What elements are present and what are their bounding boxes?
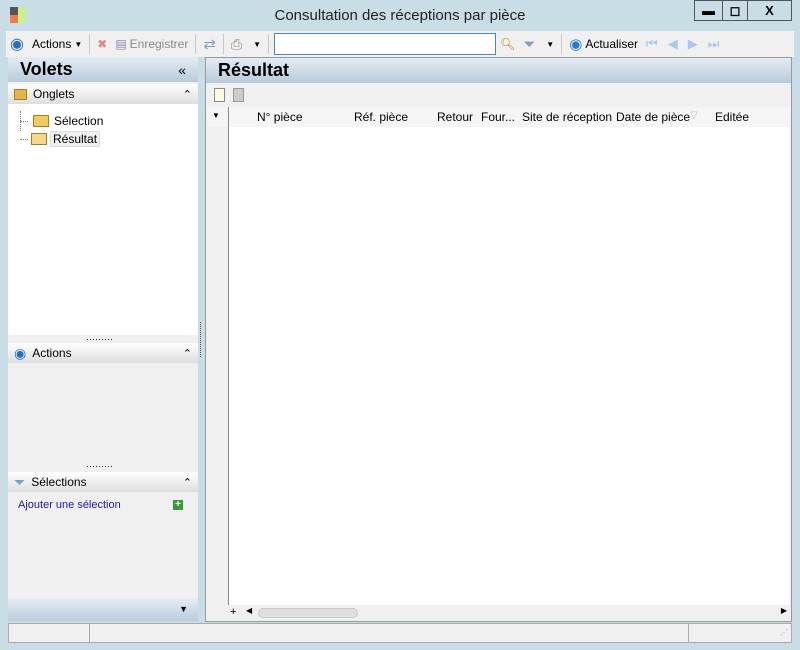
window-title: Consultation des réceptions par pièce (274, 7, 526, 24)
column-header[interactable]: N° pièce (257, 110, 303, 124)
tree-item-label: Résultat (50, 131, 101, 147)
sync-button[interactable]: ⇄ (199, 33, 220, 55)
resize-grip-icon[interactable]: ⋰ (780, 628, 788, 637)
search-button[interactable]: 🔍︎ (496, 33, 519, 55)
sync-icon: ⇄ (203, 36, 216, 53)
toolbar: ◉ Actions ▼ ✖ ▤ Enregistrer ⇄ ⎙ ▼ 🔍︎ ⏷ ▼ ◉ Ac… (6, 31, 794, 57)
save-icon: ▤ (115, 37, 127, 51)
add-selection-link[interactable]: Ajouter une sélection (18, 499, 121, 511)
collapse-chevron-icon[interactable]: ⌃ (183, 476, 192, 489)
result-panel: Résultat ▼ N° pièce Réf. pièce Retour Fo… (205, 57, 792, 622)
save-button[interactable]: ▤ Enregistrer (111, 33, 192, 55)
search-icon: 🔍︎ (500, 37, 516, 51)
search-input[interactable] (274, 33, 497, 55)
folder-icon (14, 88, 27, 100)
add-icon[interactable]: + (173, 500, 183, 510)
actions-icon: ◉ (10, 36, 24, 53)
section-title: Onglets (33, 87, 75, 101)
image-icon[interactable] (233, 88, 244, 102)
folder-icon (33, 115, 49, 127)
separator (195, 34, 197, 54)
section-title: Actions (32, 346, 72, 360)
minimize-button[interactable]: ▬ (694, 0, 723, 21)
column-header[interactable]: Réf. pièce (354, 110, 408, 124)
maximize-button[interactable]: ◻ (722, 0, 748, 21)
result-title: Résultat (218, 60, 290, 80)
print-button[interactable]: ⎙ ▼ (227, 33, 265, 55)
column-header[interactable]: Editée (715, 110, 749, 124)
next-record-icon[interactable]: ▶ (688, 36, 698, 52)
tabs-section-header[interactable]: Onglets ⌃ (8, 84, 198, 104)
tree-item-label: Sélection (54, 114, 104, 128)
splitter-handle[interactable]: ········· (86, 461, 113, 471)
vertical-splitter[interactable] (200, 322, 201, 357)
close-button[interactable]: X (747, 0, 792, 21)
result-toolbar (214, 88, 244, 102)
previous-record-icon[interactable]: ◀ (668, 36, 678, 52)
separator (222, 34, 224, 54)
filter-icon: ⏷ (523, 35, 536, 53)
left-panel: Volets « Onglets ⌃ Sélection Résultat ··… (8, 57, 198, 621)
panel-header: Volets « (8, 57, 198, 82)
actions-menu-button[interactable]: Actions ▼ (28, 33, 86, 55)
tree-item-selection[interactable]: Sélection (20, 114, 103, 128)
last-record-icon[interactable]: ⏭ (708, 36, 720, 52)
document-icon[interactable] (214, 88, 225, 102)
delete-button[interactable]: ✖ (93, 33, 111, 55)
actions-label: Actions (31, 37, 72, 51)
separator (561, 34, 563, 54)
panel-title: Volets (20, 59, 73, 79)
collapse-chevron-icon[interactable]: ⌃ (183, 88, 192, 101)
sort-icon: ▽ (690, 110, 698, 121)
refresh-icon: ◉ (569, 36, 583, 53)
column-header[interactable]: Retour (437, 110, 473, 124)
chevron-down-icon[interactable]: ▼ (179, 604, 188, 614)
collapse-panel-button[interactable]: « (178, 62, 186, 78)
selections-section-header[interactable]: ⏷ Sélections ⌃ (8, 472, 198, 492)
add-row-button[interactable]: + (230, 606, 236, 618)
open-folder-icon (31, 133, 47, 145)
horizontal-scrollbar[interactable]: ◀ ▶ (244, 606, 789, 620)
refresh-label: Actualiser (585, 37, 638, 51)
section-title: Sélections (31, 475, 87, 489)
status-bar: ⋰ (8, 623, 792, 643)
grid-body[interactable] (228, 127, 790, 605)
filter-icon: ⏷ (14, 473, 26, 490)
column-chooser-icon[interactable]: ▼ (212, 111, 220, 120)
tabs-tree: Sélection Résultat (8, 104, 198, 335)
scrollbar-thumb[interactable] (258, 608, 358, 618)
grid-header: ▼ N° pièce Réf. pièce Retour Four... Sit… (207, 107, 790, 127)
refresh-button[interactable]: ◉ Actualiser (565, 33, 642, 55)
save-label: Enregistrer (129, 37, 189, 51)
record-navigation: ⏮ ◀ ▶ ⏭ (642, 33, 723, 55)
column-header[interactable]: Date de pièce (616, 110, 690, 124)
collapse-chevron-icon[interactable]: ⌃ (183, 347, 192, 360)
delete-icon: ✖ (97, 37, 108, 51)
separator (268, 34, 270, 54)
scroll-left-icon[interactable]: ◀ (246, 606, 252, 615)
print-icon: ⎙ (230, 35, 243, 52)
actions-icon: ◉ (14, 344, 27, 361)
scroll-right-icon[interactable]: ▶ (781, 606, 787, 615)
result-header: Résultat (206, 58, 791, 83)
title-bar: Consultation des réceptions par pièce ▬ … (0, 0, 800, 31)
separator (89, 34, 91, 54)
column-header[interactable]: Site de réception (522, 110, 612, 124)
panel-footer: ▼ (8, 599, 198, 621)
filter-button[interactable]: ⏷ ▼ (519, 33, 558, 55)
column-header[interactable]: Four... (481, 110, 515, 124)
tree-item-resultat[interactable]: Résultat (20, 131, 101, 147)
actions-section-header[interactable]: ◉ Actions ⌃ (8, 343, 198, 363)
first-record-icon[interactable]: ⏮ (646, 36, 658, 52)
